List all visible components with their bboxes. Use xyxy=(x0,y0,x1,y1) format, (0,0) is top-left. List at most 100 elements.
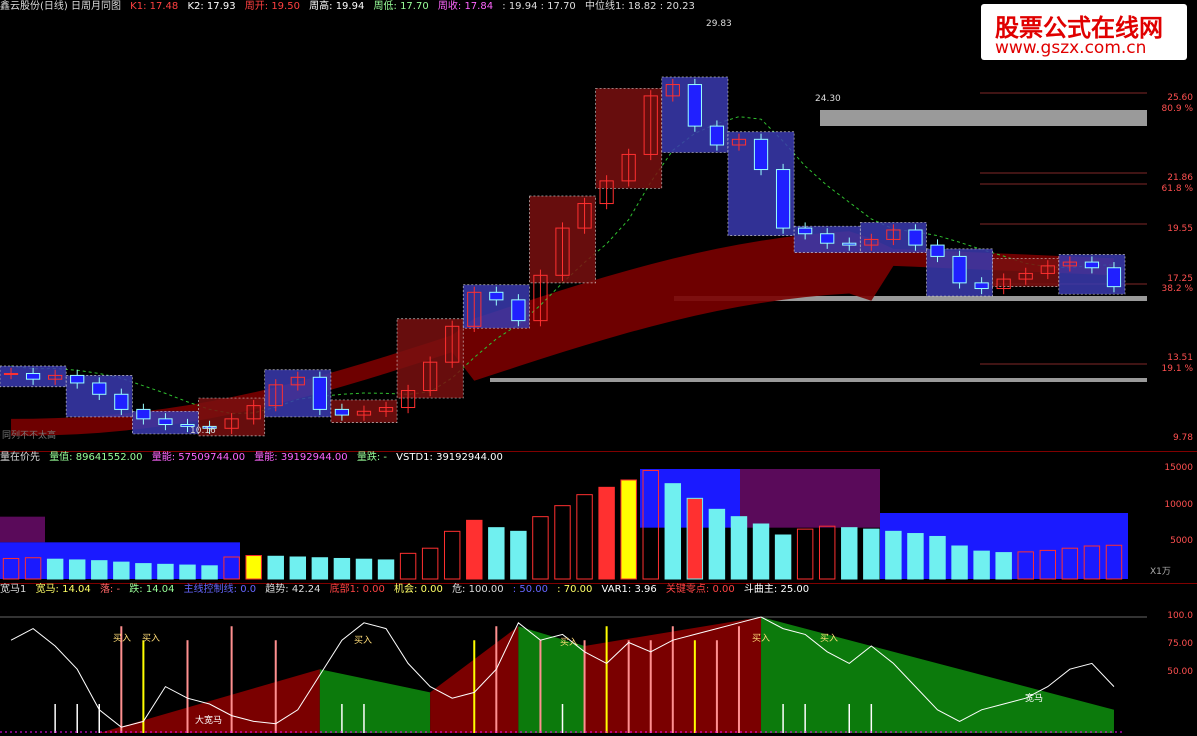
volume-bar xyxy=(179,564,196,580)
oscillator-chart[interactable] xyxy=(0,583,1197,736)
volume-bar xyxy=(488,527,505,580)
candle-body xyxy=(1084,261,1100,269)
candle-body xyxy=(92,382,107,395)
volume-bar xyxy=(796,528,814,580)
volume-bar xyxy=(532,516,549,580)
candle-body xyxy=(930,244,945,257)
buy-signal: 买入 xyxy=(142,634,161,644)
candle-body xyxy=(489,291,504,301)
volume-bar xyxy=(421,547,439,580)
bottom-note: 同列不不太高 xyxy=(2,431,57,441)
volume-bar xyxy=(510,530,527,580)
candle-body xyxy=(158,418,173,426)
candle-body xyxy=(908,229,923,246)
volume-bar xyxy=(355,558,373,580)
volume-bar xyxy=(91,560,108,580)
volume-bar xyxy=(973,550,990,580)
axis-label: 17.25 xyxy=(1167,274,1193,284)
volume-bar xyxy=(995,552,1012,580)
high-annotation: 29.83 xyxy=(706,19,732,29)
buy-signal: 买入 xyxy=(354,636,373,646)
price-chart[interactable] xyxy=(0,0,1197,451)
candle-body xyxy=(136,408,151,420)
candle-body xyxy=(709,125,725,146)
volume-bar xyxy=(620,479,637,580)
start-signal: 大宽马 xyxy=(195,716,223,726)
osc-area xyxy=(319,669,431,733)
axis-label: 61.8 % xyxy=(1161,184,1193,194)
candle-body xyxy=(687,84,702,127)
osc-area xyxy=(761,617,1114,733)
buy-signal: 买入 xyxy=(752,634,771,644)
volume-bar xyxy=(201,565,218,580)
vol-axis-label: 5000 xyxy=(1170,536,1193,546)
volume-bar xyxy=(576,494,593,580)
candle-body xyxy=(511,299,526,322)
candle-body xyxy=(3,373,19,376)
volume-bar xyxy=(245,555,262,580)
volume-bar xyxy=(267,555,284,580)
site-watermark: 股票公式在线网 www.gszx.com.cn xyxy=(981,4,1187,60)
volume-bar xyxy=(818,525,836,580)
volume-bar xyxy=(46,558,64,580)
volume-bar xyxy=(135,563,152,580)
osc-axis-label: 100.0 xyxy=(1167,611,1193,621)
axis-label: 19.1 % xyxy=(1161,364,1193,374)
volume-bar xyxy=(730,516,748,580)
candle-body xyxy=(70,374,85,384)
volume-bar xyxy=(466,519,483,580)
axis-label: 38.2 % xyxy=(1161,284,1193,294)
vol-axis-label: 15000 xyxy=(1164,463,1193,473)
candle-body xyxy=(798,227,813,235)
volume-bar xyxy=(907,533,924,580)
low-annotation: 10.16 xyxy=(190,426,216,436)
candle-body xyxy=(952,255,967,284)
volume-bar xyxy=(686,497,704,580)
sell-signal: 宽马 xyxy=(1025,694,1044,704)
volume-bar xyxy=(598,486,615,580)
axis-label: 19.55 xyxy=(1167,224,1193,234)
candle-body xyxy=(974,282,989,290)
resistance-band xyxy=(820,110,1147,126)
candle-body xyxy=(334,408,350,416)
volume-bar xyxy=(113,561,130,580)
vol-unit: X1万 xyxy=(1150,567,1171,577)
osc-axis-label: 50.00 xyxy=(1167,667,1193,677)
volume-bar xyxy=(951,545,968,580)
oscillator-panel[interactable]: 宽马1 宽马: 14.04 落: - 跌: 14.04 主线控制线: 0.0 趋… xyxy=(0,583,1197,736)
buy-signal: 买入 xyxy=(560,638,579,648)
osc-axis-label: 75.00 xyxy=(1167,639,1193,649)
candle-body xyxy=(820,233,835,244)
volume-chart[interactable] xyxy=(0,451,1197,583)
axis-label: 9.78 xyxy=(1172,433,1193,443)
level-annotation: 24.30 xyxy=(815,94,841,104)
price-panel[interactable]: 鑫云股份(日线) 日周月同图 K1: 17.48 K2: 17.93 周开: 1… xyxy=(0,0,1197,451)
volume-bar xyxy=(333,557,351,580)
candle-body xyxy=(842,242,857,246)
volume-bar xyxy=(399,552,417,580)
volume-bar xyxy=(377,559,395,580)
volume-bar xyxy=(885,530,902,580)
volume-bar xyxy=(752,523,770,580)
volume-bar xyxy=(311,557,329,580)
volume-bar xyxy=(289,556,307,580)
volume-bar xyxy=(68,559,86,580)
volume-bar xyxy=(443,530,461,580)
buy-signal: 买入 xyxy=(820,634,839,644)
axis-label: 25.60 xyxy=(1167,93,1193,103)
volume-bar xyxy=(554,505,571,580)
volume-bar xyxy=(929,535,946,580)
volume-bar xyxy=(664,483,682,580)
support-band xyxy=(490,378,1147,382)
candle-body xyxy=(114,393,129,410)
volume-bar xyxy=(708,508,726,580)
vol-axis-label: 10000 xyxy=(1164,500,1193,510)
candle-body xyxy=(25,373,41,380)
volume-bar xyxy=(841,527,858,580)
volume-panel[interactable]: 量在价先 量值: 89641552.00 量能: 57509744.00 量能:… xyxy=(0,451,1197,583)
candle-body xyxy=(753,138,769,171)
buy-signal: 买入 xyxy=(113,634,132,644)
candle-body xyxy=(312,376,327,410)
volume-bar xyxy=(863,528,880,580)
axis-label: 80.9 % xyxy=(1161,104,1193,114)
